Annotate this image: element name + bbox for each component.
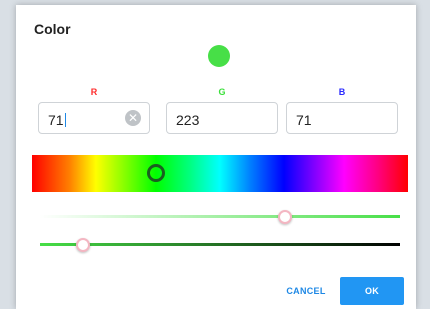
color-preview-swatch	[208, 45, 230, 67]
saturation-slider-thumb[interactable]	[277, 209, 292, 224]
brightness-slider-thumb[interactable]	[76, 237, 91, 252]
color-picker-dialog: Color R G B 71 ✕ 223 71 CANCEL OK	[16, 5, 416, 309]
red-value-field[interactable]: 71 ✕	[38, 102, 150, 134]
ok-button[interactable]: OK	[340, 277, 404, 305]
blue-value-text: 71	[296, 112, 312, 128]
green-value-field[interactable]: 223	[166, 102, 278, 134]
saturation-slider[interactable]	[40, 209, 400, 224]
channel-label-red: R	[90, 87, 98, 97]
hue-selector-knob[interactable]	[147, 164, 166, 182]
green-value-text: 223	[176, 112, 200, 128]
red-value-text: 71	[48, 112, 64, 128]
channel-label-green: G	[218, 87, 226, 97]
text-cursor	[64, 113, 66, 127]
brightness-slider[interactable]	[40, 237, 400, 252]
dialog-title: Color	[34, 21, 71, 37]
hue-spectrum-bar[interactable]	[32, 155, 408, 192]
blue-value-field[interactable]: 71	[286, 102, 398, 134]
clear-icon[interactable]: ✕	[125, 110, 141, 126]
channel-label-blue: B	[338, 87, 346, 97]
cancel-button[interactable]: CANCEL	[276, 278, 336, 304]
